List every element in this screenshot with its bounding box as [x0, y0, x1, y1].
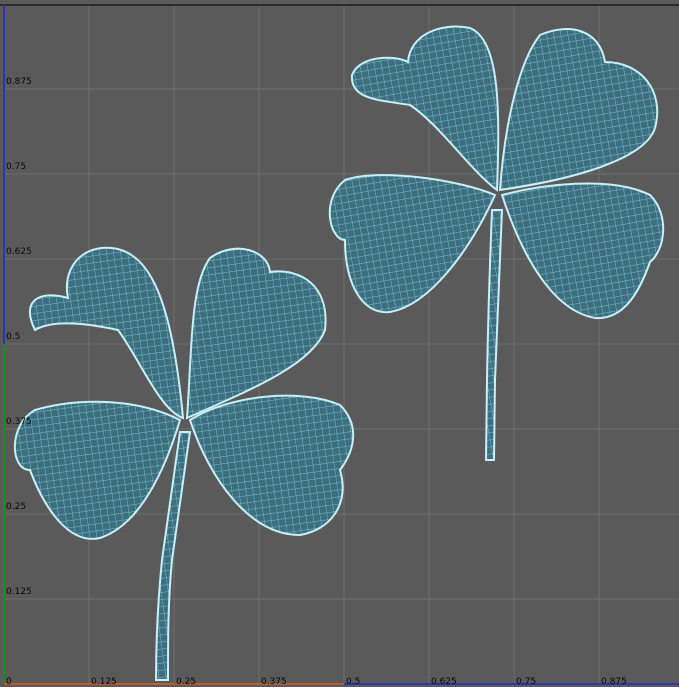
v-tick-label: 0.75 — [6, 162, 26, 172]
u-tick-label: 0.375 — [261, 677, 287, 687]
v-tick-label: 0.25 — [6, 502, 26, 512]
uv-canvas[interactable]: 0.125 0.25 0.375 0.5 0.625 0.75 0.875 0 0.125 0.… — [0, 0, 679, 687]
v-tick-label: 0.5 — [6, 332, 20, 342]
u-tick-label: 0.5 — [346, 677, 360, 687]
u-tick-label: 0 — [6, 677, 12, 687]
u-tick-label: 0.25 — [176, 677, 196, 687]
u-tick-label: 0.75 — [516, 677, 536, 687]
v-tick-label: 0.625 — [6, 247, 32, 257]
uv-editor-viewport[interactable]: 0.125 0.25 0.375 0.5 0.625 0.75 0.875 0 0.125 0.… — [0, 0, 679, 687]
u-tick-label: 0.875 — [601, 677, 627, 687]
u-tick-label: 0.125 — [91, 677, 117, 687]
v-tick-label: 0.875 — [6, 77, 32, 87]
u-tick-label: 0.625 — [431, 677, 457, 687]
v-tick-label: 0.375 — [6, 417, 32, 427]
v-tick-label: 0.125 — [6, 587, 32, 597]
